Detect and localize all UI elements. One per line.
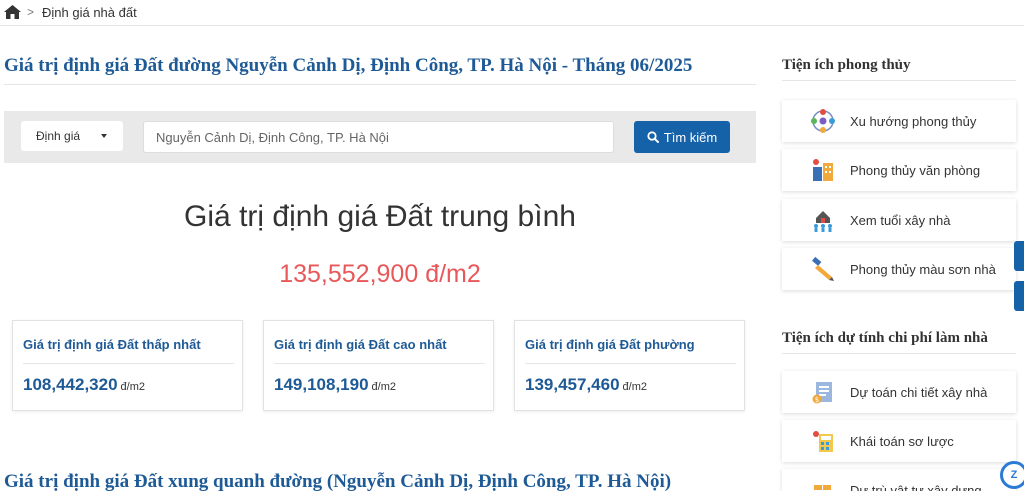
sidebar-cost-title: Tiện ích dự tính chi phí làm nhà <box>782 330 988 346</box>
svg-text:$: $ <box>815 396 819 404</box>
stat-label: Giá trị định giá Đất cao nhất <box>274 337 447 352</box>
sidebar-item-label: Phong thủy màu sơn nhà <box>850 261 996 277</box>
title-divider <box>4 84 756 85</box>
stat-value: 108,442,320 <box>23 375 118 394</box>
sidebar-item-label: Dự trù vật tư xây dựng <box>850 482 982 491</box>
stat-value-row: 139,457,460 đ/m2 <box>525 375 647 395</box>
sidebar-item-age-build-house[interactable]: Xem tuổi xây nhà <box>782 199 1016 241</box>
stat-label: Giá trị định giá Đất thấp nhất <box>23 337 201 352</box>
breadcrumb-separator-icon: > <box>27 5 35 19</box>
stat-card-lowest: Giá trị định giá Đất thấp nhất 108,442,3… <box>12 320 243 411</box>
floating-edge-tab-top[interactable] <box>1014 241 1024 271</box>
search-type-dropdown[interactable]: Định giá <box>21 121 123 151</box>
stat-value-row: 108,442,320 đ/m2 <box>23 375 145 395</box>
stat-unit: đ/m2 <box>371 381 397 393</box>
sidebar-item-label: Dự toán chi tiết xây nhà <box>850 384 988 400</box>
home-icon[interactable] <box>4 5 21 19</box>
house-people-icon <box>809 207 837 233</box>
sidebar-item-label: Xem tuổi xây nhà <box>850 212 951 228</box>
sidebar-item-label: Phong thủy văn phòng <box>850 162 981 178</box>
chat-widget-icon[interactable]: Z <box>1000 461 1024 489</box>
stat-value: 139,457,460 <box>525 375 620 394</box>
sidebar-item-office-feng-shui[interactable]: Phong thủy văn phòng <box>782 149 1016 191</box>
stat-card-highest: Giá trị định giá Đất cao nhất 149,108,19… <box>263 320 494 411</box>
average-heading: Giá trị định giá Đất trung bình <box>184 200 576 233</box>
sidebar-item-detailed-estimate[interactable]: $ Dự toán chi tiết xây nhà <box>782 371 1016 413</box>
search-icon <box>647 131 659 143</box>
sidebar-item-paint-color[interactable]: Phong thủy màu sơn nhà <box>782 248 1016 290</box>
stat-value-row: 149,108,190 đ/m2 <box>274 375 396 395</box>
stat-label: Giá trị định giá Đất phường <box>525 337 695 352</box>
calculator-icon <box>809 428 837 454</box>
search-button-label: Tìm kiếm <box>663 129 718 145</box>
estimate-document-icon: $ <box>809 379 837 405</box>
stat-value: 149,108,190 <box>274 375 369 394</box>
surrounding-section-title: Giá trị định giá Đất xung quanh đường (N… <box>4 471 672 491</box>
page-title: Giá trị định giá Đất đường Nguyễn Cảnh D… <box>4 55 693 76</box>
stat-divider <box>274 363 485 364</box>
breadcrumb-item-dinh-gia[interactable]: Định giá nhà đất <box>42 5 137 20</box>
floating-edge-tab-bottom[interactable] <box>1014 281 1024 311</box>
sidebar-item-label: Xu hướng phong thủy <box>850 113 977 129</box>
average-value: 135,552,900 đ/m2 <box>279 260 481 288</box>
sidebar-item-feng-shui-trend[interactable]: Xu hướng phong thủy <box>782 100 1016 142</box>
sidebar-title-divider <box>782 353 1016 354</box>
sidebar-title-divider <box>782 80 1016 81</box>
breadcrumb-divider <box>0 25 1024 26</box>
search-type-value: Định giá <box>36 129 81 143</box>
stat-unit: đ/m2 <box>622 381 648 393</box>
search-button[interactable]: Tìm kiếm <box>634 121 730 153</box>
chat-widget-label: Z <box>1010 469 1018 481</box>
compass-icon <box>809 108 837 134</box>
stat-divider <box>23 363 234 364</box>
stat-divider <box>525 363 736 364</box>
sidebar-item-label: Khái toán sơ lược <box>850 433 954 449</box>
search-input[interactable] <box>143 121 614 153</box>
office-icon <box>809 157 837 183</box>
paint-brush-icon <box>809 256 837 282</box>
sidebar-feng-shui-title: Tiện ích phong thủy <box>782 57 911 73</box>
breadcrumb: > Định giá nhà đất <box>4 0 137 24</box>
stat-card-ward: Giá trị định giá Đất phường 139,457,460 đ… <box>514 320 745 411</box>
sidebar-item-material-estimate[interactable]: Dự trù vật tư xây dựng <box>782 469 1016 491</box>
bricks-icon <box>809 477 837 491</box>
search-panel: Định giá Tìm kiếm <box>4 111 756 163</box>
sidebar-item-rough-estimate[interactable]: Khái toán sơ lược <box>782 420 1016 462</box>
stat-unit: đ/m2 <box>120 381 146 393</box>
caret-down-icon <box>101 134 107 138</box>
